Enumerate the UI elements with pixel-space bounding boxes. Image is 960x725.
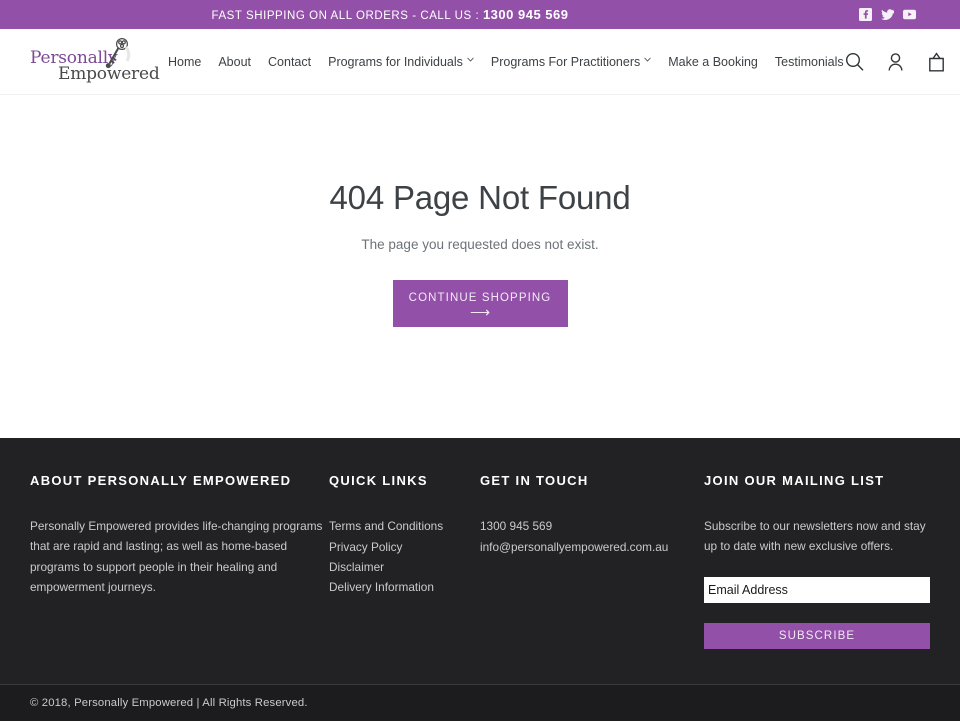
nav-label: About xyxy=(218,54,252,69)
chevron-down-icon xyxy=(644,57,652,64)
nav-item-make-a-booking[interactable]: Make a Booking xyxy=(668,55,758,69)
continue-shopping-button[interactable]: CONTINUE SHOPPING ⟶ xyxy=(392,279,568,327)
facebook-icon[interactable] xyxy=(859,8,872,21)
search-icon[interactable] xyxy=(844,51,865,73)
footer-mailing-list-title: JOIN OUR MAILING LIST xyxy=(704,473,885,488)
footer-contact-list: 1300 945 569 info@personallyempowered.co… xyxy=(480,516,704,557)
nav-label: Programs for Individuals xyxy=(328,54,463,69)
nav-label: Home xyxy=(168,54,202,69)
cart-icon[interactable] xyxy=(926,51,947,73)
announcement-bar: FAST SHIPPING ON ALL ORDERS - CALL US : … xyxy=(0,0,960,29)
footer-column-mailing-list: JOIN OUR MAILING LIST Subscribe to our n… xyxy=(704,472,930,649)
account-icon[interactable] xyxy=(885,51,906,73)
copyright-bar: © 2018, Personally Empowered | All Right… xyxy=(0,684,960,721)
footer-quick-links-list: Terms and Conditions Privacy Policy Disc… xyxy=(329,516,480,598)
nav-label: Make a Booking xyxy=(668,54,758,69)
nav-item-programs-for-individuals[interactable]: Programs for Individuals xyxy=(328,55,474,69)
nav-item-about[interactable]: About xyxy=(218,55,251,69)
youtube-icon[interactable] xyxy=(903,8,916,21)
site-header: Personally Empowered Home About Contact … xyxy=(0,29,960,95)
nav-item-testimonials[interactable]: Testimonials xyxy=(775,55,844,69)
footer-about-title: ABOUT PERSONALLY EMPOWERED xyxy=(30,473,292,488)
footer-link-disclaimer[interactable]: Disclaimer xyxy=(329,557,480,577)
footer-quick-links-title: QUICK LINKS xyxy=(329,473,428,488)
announcement-text: FAST SHIPPING ON ALL ORDERS - CALL US : … xyxy=(0,7,960,22)
social-links xyxy=(859,8,916,21)
footer-link-privacy-policy[interactable]: Privacy Policy xyxy=(329,537,480,557)
page-title: 404 Page Not Found xyxy=(329,179,631,216)
footer-column-about: ABOUT PERSONALLY EMPOWERED Personally Em… xyxy=(30,472,329,649)
site-logo[interactable]: Personally Empowered xyxy=(30,35,160,87)
continue-shopping-label: CONTINUE SHOPPING xyxy=(408,291,552,304)
chevron-down-icon xyxy=(467,57,474,64)
nav-item-contact[interactable]: Contact xyxy=(268,55,311,69)
main-content: 404 Page Not Found The page you requeste… xyxy=(0,95,960,438)
footer-column-quick-links: QUICK LINKS Terms and Conditions Privacy… xyxy=(329,472,480,649)
arrow-right-icon: ⟶ xyxy=(469,303,491,320)
footer-mailing-list-body: Subscribe to our newsletters now and sta… xyxy=(704,519,926,554)
footer-link-delivery-information[interactable]: Delivery Information xyxy=(329,577,480,597)
footer-link-terms-and-conditions[interactable]: Terms and Conditions xyxy=(329,516,480,536)
copyright-text: © 2018, Personally Empowered | All Right… xyxy=(30,697,308,709)
footer-get-in-touch-title: GET IN TOUCH xyxy=(480,473,589,488)
footer-contact-email[interactable]: info@personallyempowered.com.au xyxy=(480,537,704,557)
subscribe-button[interactable]: SUBSCRIBE xyxy=(704,622,930,649)
footer-columns: ABOUT PERSONALLY EMPOWERED Personally Em… xyxy=(30,438,930,649)
key-icon xyxy=(98,35,132,79)
footer-column-get-in-touch: GET IN TOUCH 1300 945 569 info@personall… xyxy=(480,472,704,649)
nav-label: Testimonials xyxy=(774,54,844,69)
announcement-prefix: FAST SHIPPING ON ALL ORDERS - CALL US : xyxy=(211,10,483,22)
footer-about-body: Personally Empowered provides life-chang… xyxy=(30,519,323,594)
twitter-icon[interactable] xyxy=(881,8,894,21)
announcement-phone: 1300 945 569 xyxy=(482,7,569,22)
newsletter-email-input[interactable] xyxy=(704,576,930,603)
header-icon-group xyxy=(844,51,947,73)
site-footer: ABOUT PERSONALLY EMPOWERED Personally Em… xyxy=(0,438,960,684)
nav-label: Programs For Practitioners xyxy=(490,54,641,69)
nav-label: Contact xyxy=(268,54,312,69)
footer-contact-phone[interactable]: 1300 945 569 xyxy=(480,516,704,536)
main-navigation: Home About Contact Programs for Individu… xyxy=(168,55,844,69)
page-subtitle: The page you requested does not exist. xyxy=(361,236,599,252)
nav-item-home[interactable]: Home xyxy=(168,55,201,69)
nav-item-programs-for-practitioners[interactable]: Programs For Practitioners xyxy=(490,54,652,69)
